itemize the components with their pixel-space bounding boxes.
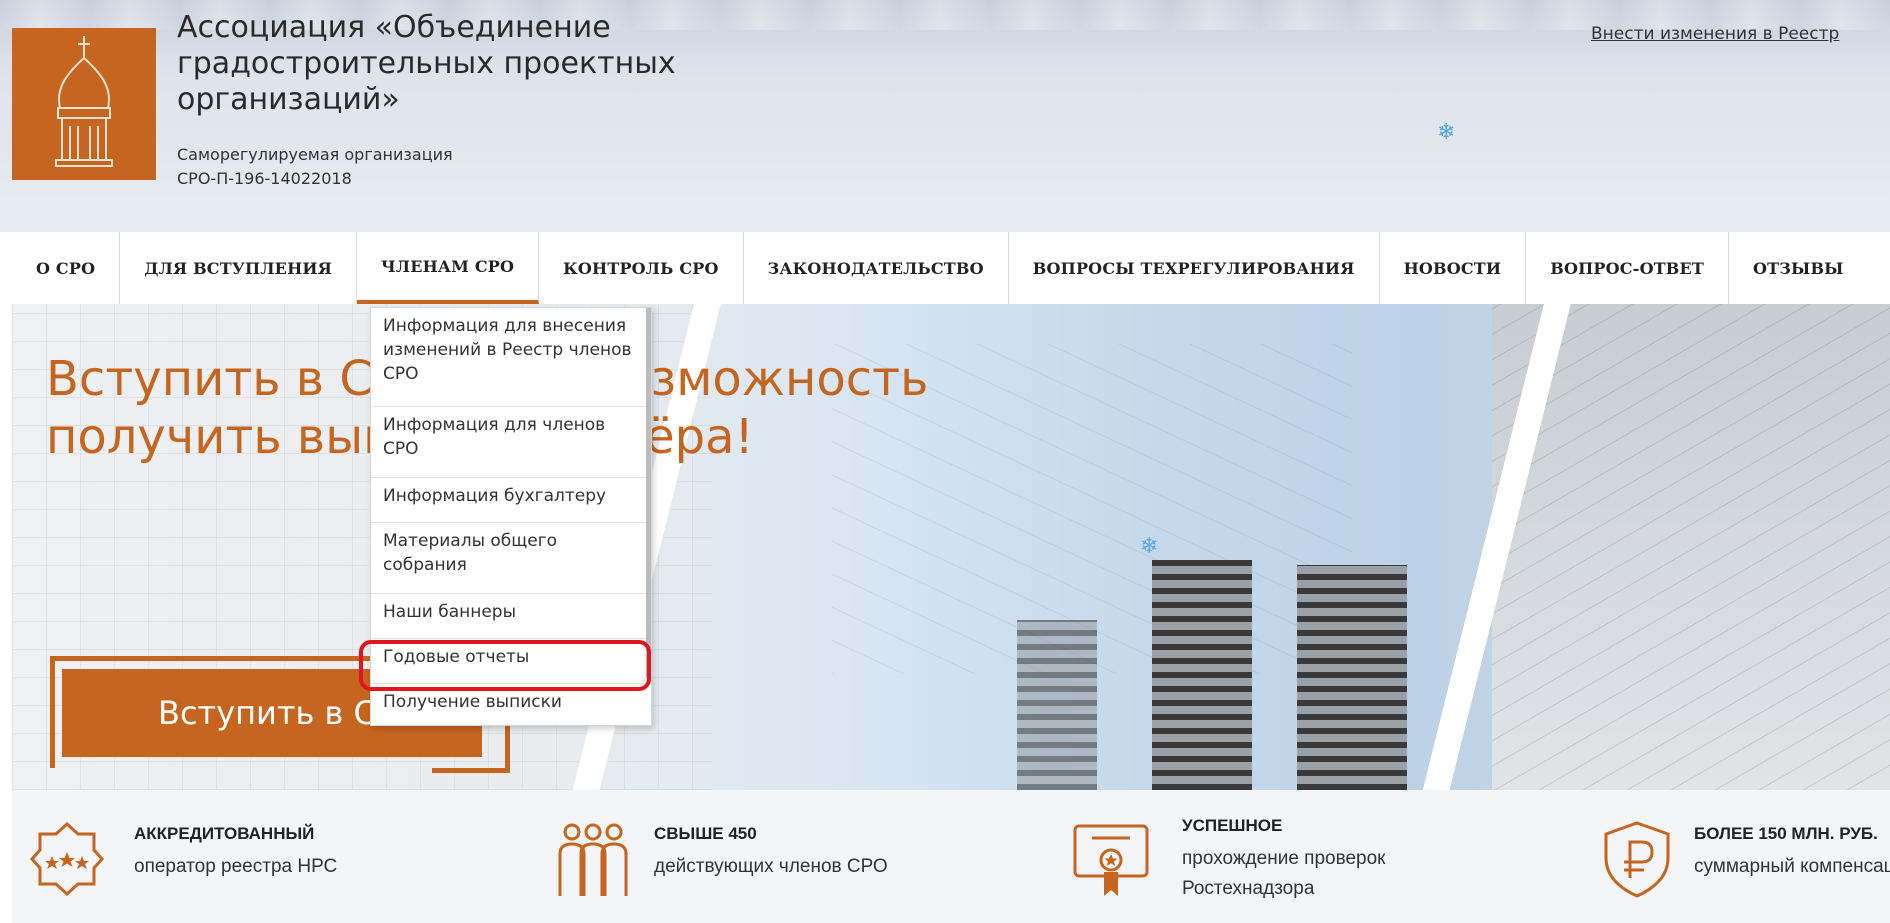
organization-subtitle: Саморегулируемая организация СРО-П-196-1… [177,143,453,191]
registration-number: СРО-П-196-14022018 [177,169,352,188]
nav-item-news[interactable]: НОВОСТИ [1380,232,1527,304]
nav-item-control[interactable]: КОНТРОЛЬ СРО [539,232,744,304]
organization-type: Саморегулируемая организация [177,145,453,164]
site-logo[interactable] [12,28,156,180]
dropdown-scrollbar[interactable] [646,308,651,678]
feature-text: прохождение проверок Ростехнадзора [1182,848,1386,899]
nav-item-about[interactable]: О СРО [12,232,121,304]
site-header: Ассоциация «Объединение градостроительны… [0,0,1890,232]
annual-reports-highlight [359,640,651,691]
feature-accredited: АККРЕДИТОВАННЫЙ оператор реестра НРС [28,790,488,923]
page: Ассоциация «Объединение градостроительны… [0,0,1890,923]
feature-title: СВЫШЕ 450 [654,824,757,843]
nav-item-reviews[interactable]: ОТЗЫВЫ [1729,232,1868,304]
church-dome-icon [55,36,113,167]
ruble-shield-icon [1604,821,1670,898]
feature-text: суммарный компенсационный фонд [1694,856,1890,877]
features-strip: АККРЕДИТОВАННЫЙ оператор реестра НРС СВЫ… [12,790,1890,923]
main-navigation: О СРО ДЛЯ ВСТУПЛЕНИЯ ЧЛЕНАМ СРО КОНТРОЛЬ… [12,232,1890,304]
feature-title: УСПЕШНОЕ [1182,816,1283,835]
nav-item-members[interactable]: ЧЛЕНАМ СРО [357,232,540,304]
snowflake-icon: ❄ [1437,120,1456,145]
feature-text: действующих членов СРО [654,856,888,877]
menu-item-our-banners[interactable]: Наши баннеры [371,594,651,639]
feature-title: БОЛЕЕ 150 МЛН. РУБ. [1694,824,1878,843]
nav-item-join[interactable]: ДЛЯ ВСТУПЛЕНИЯ [120,232,358,304]
feature-members: СВЫШЕ 450 действующих членов СРО [554,790,1054,923]
nav-item-faq[interactable]: ВОПРОС-ОТВЕТ [1526,232,1730,304]
stars-badge-icon [29,821,105,897]
feature-inspections: УСПЕШНОЕ прохождение проверок Ростехнадз… [1072,790,1492,923]
certificate-icon [1073,824,1149,896]
feature-text: оператор реестра НРС [134,856,338,877]
menu-item-accountant-info[interactable]: Информация бухгалтеру [371,478,651,523]
menu-item-registry-changes-info[interactable]: Информация для внесения изменений в Реес… [371,308,651,407]
hero-banner[interactable]: ❄ Вступить в СРО – это возможность получ… [12,304,1890,790]
menu-item-general-meeting-materials[interactable]: Материалы общего собрания [371,523,651,594]
menu-item-members-info[interactable]: Информация для членов СРО [371,407,651,478]
building-image [1017,620,1097,790]
people-group-icon [558,823,628,896]
snowflake-icon: ❄ [1140,534,1159,559]
nav-item-tech-regulation[interactable]: ВОПРОСЫ ТЕХРЕГУЛИРОВАНИЯ [1009,232,1380,304]
feature-compensation-fund: БОЛЕЕ 150 МЛН. РУБ. суммарный компенсаци… [1598,790,1890,923]
feature-title: АККРЕДИТОВАННЫЙ [134,824,315,843]
building-image [1152,560,1252,790]
nav-item-legislation[interactable]: ЗАКОНОДАТЕЛЬСТВО [744,232,1009,304]
edit-registry-link[interactable]: Внести изменения в Реестр [1591,24,1839,44]
organization-title[interactable]: Ассоциация «Объединение градостроительны… [177,10,697,118]
building-image [1297,565,1407,790]
